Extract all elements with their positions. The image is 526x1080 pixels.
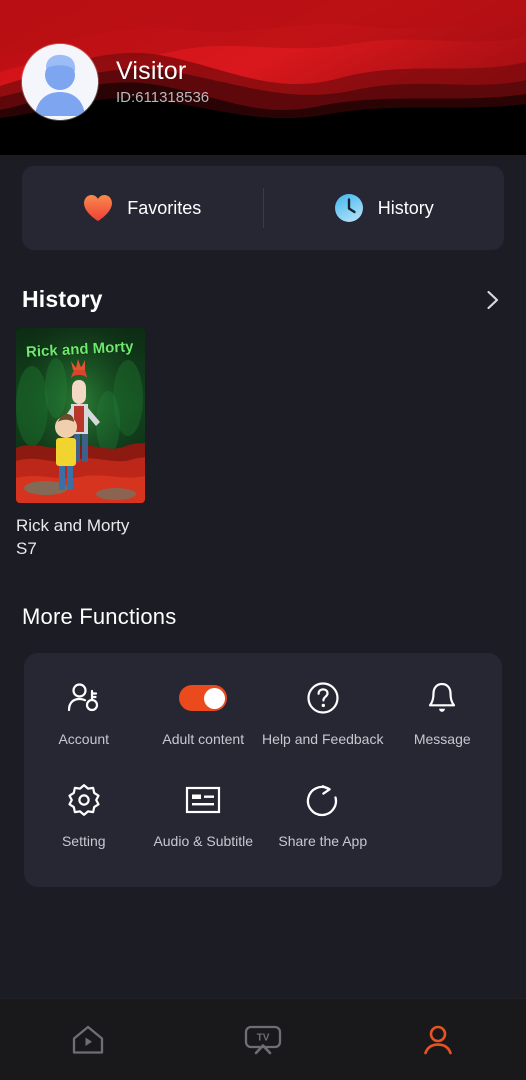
- toggle-switch-icon[interactable]: [179, 679, 228, 717]
- bottom-navigation: TV: [0, 998, 526, 1080]
- home-play-icon: [72, 1025, 103, 1054]
- share-circle-arrow-icon: [306, 781, 340, 819]
- person-avatar-icon: [22, 44, 98, 120]
- nav-item-home[interactable]: [0, 999, 175, 1080]
- quick-access-tabs: Favorites History: [22, 166, 504, 250]
- avatar[interactable]: [22, 44, 98, 120]
- heart-icon: [84, 195, 113, 221]
- adult-content-toggle[interactable]: [179, 685, 228, 711]
- gear-icon: [67, 781, 101, 819]
- function-account-label: Account: [58, 731, 110, 747]
- person-key-icon: [67, 679, 101, 717]
- profile-text: Visitor ID:611318536: [116, 56, 210, 107]
- function-setting[interactable]: Setting: [24, 781, 144, 849]
- function-adult-content-label: Adult content: [162, 731, 245, 747]
- bell-icon: [426, 679, 458, 717]
- function-message[interactable]: Message: [383, 679, 503, 747]
- more-functions-row-1: Account Adult content Help and Feedback …: [24, 679, 502, 747]
- history-section-header: History: [22, 286, 504, 313]
- list-item[interactable]: Rick and Morty Rick and Morty S7: [16, 328, 148, 561]
- tab-favorites[interactable]: Favorites: [22, 166, 263, 250]
- clock-icon: [334, 194, 363, 222]
- nav-item-tv[interactable]: TV: [175, 999, 350, 1080]
- list-item-title: Rick and Morty S7: [16, 516, 130, 558]
- tv-cast-icon: TV: [244, 1025, 282, 1054]
- tab-history-label: History: [377, 197, 434, 218]
- history-list: Rick and Morty Rick and Morty S7: [16, 328, 148, 561]
- toggle-knob: [203, 687, 225, 709]
- function-share-the-app[interactable]: Share the App: [263, 781, 383, 849]
- app-root: Visitor ID:611318536 Favorites History H…: [0, 0, 526, 1080]
- person-icon: [424, 1025, 453, 1054]
- function-share-the-app-label: Share the App: [278, 833, 368, 849]
- function-help-and-feedback-label: Help and Feedback: [262, 731, 384, 747]
- function-message-label: Message: [413, 731, 471, 747]
- more-functions-header: More Functions: [22, 604, 504, 630]
- history-title: History: [22, 286, 103, 312]
- profile-id: ID:611318536: [116, 89, 210, 106]
- function-adult-content[interactable]: Adult content: [144, 679, 264, 747]
- subtitle-card-icon: [185, 781, 221, 819]
- function-account[interactable]: Account: [24, 679, 144, 747]
- more-functions-title: More Functions: [22, 604, 177, 629]
- function-audio-subtitle-label: Audio & Subtitle: [153, 833, 254, 849]
- svg-text:TV: TV: [257, 1032, 270, 1043]
- tab-history[interactable]: History: [264, 166, 505, 250]
- profile-name: Visitor: [116, 56, 187, 85]
- profile-header: Visitor ID:611318536: [0, 0, 526, 155]
- question-circle-icon: [306, 679, 340, 717]
- chevron-right-icon[interactable]: [480, 288, 504, 312]
- more-functions-card: Account Adult content Help and Feedback …: [24, 653, 502, 887]
- more-functions-row-2: Setting Audio & Subtitle Share the App: [24, 781, 502, 849]
- profile-block[interactable]: Visitor ID:611318536: [22, 44, 209, 120]
- function-help-and-feedback[interactable]: Help and Feedback: [262, 679, 384, 747]
- tab-favorites-label: Favorites: [127, 197, 202, 218]
- function-audio-subtitle[interactable]: Audio & Subtitle: [144, 781, 264, 849]
- function-empty-slot: [383, 781, 503, 849]
- function-setting-label: Setting: [61, 833, 106, 849]
- nav-item-profile[interactable]: [351, 999, 526, 1080]
- rick-and-morty-poster: Rick and Morty: [16, 328, 145, 503]
